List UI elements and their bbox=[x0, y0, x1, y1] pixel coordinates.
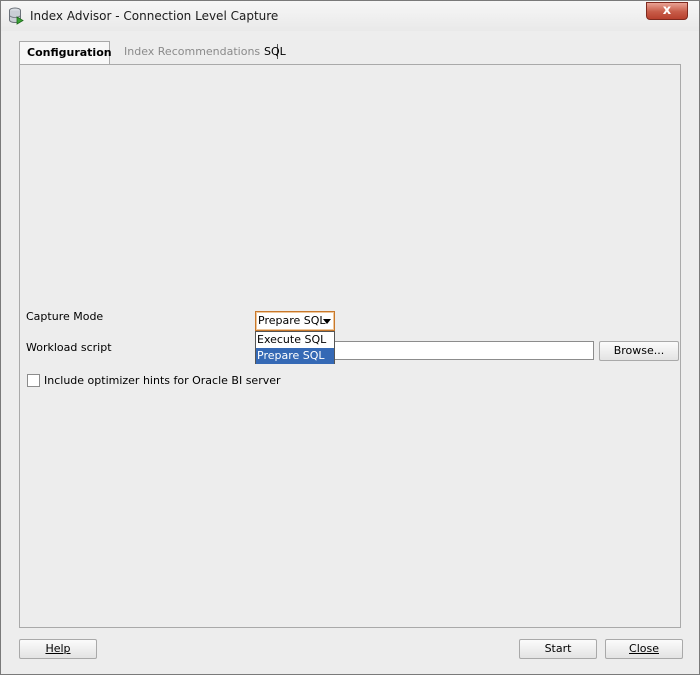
browse-button[interactable]: Browse... bbox=[599, 341, 679, 361]
capture-mode-dropdown-list: Execute SQL Prepare SQL bbox=[255, 331, 335, 364]
database-run-icon bbox=[9, 7, 24, 25]
optimizer-hints-label: Include optimizer hints for Oracle BI se… bbox=[44, 374, 281, 387]
start-button[interactable]: Start bbox=[519, 639, 597, 659]
help-button-label: Help bbox=[45, 642, 71, 655]
close-button[interactable]: Close bbox=[605, 639, 683, 659]
dialog-window: Index Advisor - Connection Level Capture… bbox=[0, 0, 700, 675]
title-bar[interactable]: Index Advisor - Connection Level Capture… bbox=[1, 1, 699, 31]
configuration-panel: Capture Mode Prepare SQL Workload script… bbox=[19, 64, 681, 628]
dropdown-arrow-icon[interactable] bbox=[323, 319, 331, 324]
tab-index-recommendations[interactable]: Index Recommendations bbox=[117, 41, 267, 64]
workload-script-label: Workload script bbox=[26, 341, 112, 354]
capture-mode-select[interactable]: Prepare SQL bbox=[255, 311, 335, 331]
tab-sql[interactable]: SQL bbox=[257, 41, 293, 64]
tab-bar: Configuration Index Recommendations SQL bbox=[19, 41, 679, 65]
window-close-button[interactable]: x bbox=[646, 2, 688, 20]
close-button-label: Close bbox=[629, 642, 659, 655]
capture-mode-label: Capture Mode bbox=[26, 310, 104, 323]
capture-mode-value: Prepare SQL bbox=[258, 314, 326, 327]
optimizer-hints-checkbox[interactable] bbox=[27, 374, 40, 387]
window-title: Index Advisor - Connection Level Capture bbox=[30, 9, 279, 23]
help-button[interactable]: Help bbox=[19, 639, 97, 659]
option-execute-sql[interactable]: Execute SQL bbox=[256, 332, 334, 348]
option-prepare-sql[interactable]: Prepare SQL bbox=[256, 348, 334, 364]
tab-configuration[interactable]: Configuration bbox=[19, 41, 112, 65]
